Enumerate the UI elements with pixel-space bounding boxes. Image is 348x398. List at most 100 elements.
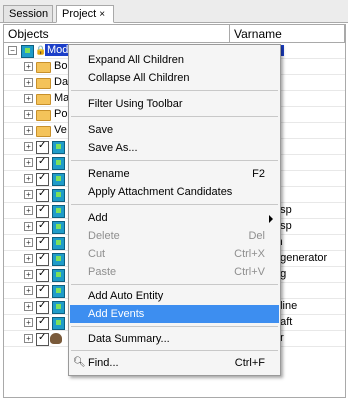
checkbox-icon[interactable] bbox=[36, 156, 49, 170]
expand-toggle-icon[interactable]: + bbox=[24, 222, 33, 231]
checkbox-icon[interactable] bbox=[36, 188, 49, 202]
tree-folder-label: Da bbox=[54, 76, 69, 88]
model-icon bbox=[21, 45, 34, 58]
expand-toggle-icon[interactable]: + bbox=[24, 238, 33, 247]
menu-item-add-auto-entity[interactable]: Add Auto Entity bbox=[70, 287, 279, 305]
menu-item-cut[interactable]: Cut Ctrl+X bbox=[70, 245, 279, 263]
menu-item-label: Add bbox=[88, 212, 108, 224]
tree-varname: _generator bbox=[274, 252, 328, 264]
column-header-varname[interactable]: Varname bbox=[230, 25, 345, 43]
menu-item-label: Apply Attachment Candidates bbox=[88, 186, 233, 198]
menu-separator bbox=[71, 116, 278, 117]
menu-separator bbox=[71, 326, 278, 327]
entity-icon bbox=[52, 173, 65, 186]
expand-toggle-icon[interactable]: + bbox=[24, 206, 33, 215]
tab-session[interactable]: Session bbox=[3, 5, 53, 22]
context-menu: Expand All Children Collapse All Childre… bbox=[68, 44, 281, 376]
checkbox-icon[interactable] bbox=[36, 140, 49, 154]
menu-item-label: Save As... bbox=[88, 142, 138, 154]
tree-folder-label: Bo bbox=[54, 60, 68, 72]
menu-item-label: Data Summary... bbox=[88, 333, 170, 345]
menu-separator bbox=[71, 90, 278, 91]
tab-project[interactable]: Project × bbox=[56, 5, 114, 23]
folder-icon bbox=[36, 126, 51, 137]
menu-separator bbox=[71, 204, 278, 205]
menu-item-apply-attachment-candidates[interactable]: Apply Attachment Candidates bbox=[70, 183, 279, 201]
expand-toggle-icon[interactable]: + bbox=[24, 158, 33, 167]
menu-item-save-as[interactable]: Save As... bbox=[70, 139, 279, 157]
checkbox-icon[interactable] bbox=[36, 204, 49, 218]
collapse-toggle-icon[interactable]: − bbox=[8, 46, 17, 55]
menu-item-label: Rename bbox=[88, 168, 130, 180]
menu-item-label: Paste bbox=[88, 266, 117, 278]
menu-item-shortcut: Ctrl+X bbox=[234, 248, 265, 260]
menu-item-paste[interactable]: Paste Ctrl+V bbox=[70, 263, 279, 281]
checkbox-icon[interactable] bbox=[36, 172, 49, 186]
expand-toggle-icon[interactable]: + bbox=[24, 270, 33, 279]
menu-item-shortcut: F2 bbox=[252, 168, 265, 180]
entity-icon bbox=[52, 253, 65, 266]
column-header-objects[interactable]: Objects bbox=[4, 25, 230, 43]
menu-item-add[interactable]: Add bbox=[70, 209, 279, 227]
menu-item-collapse-all-children[interactable]: Collapse All Children bbox=[70, 69, 279, 87]
entity-icon bbox=[52, 221, 65, 234]
expand-toggle-icon[interactable]: + bbox=[24, 142, 33, 151]
expand-toggle-icon[interactable]: + bbox=[24, 110, 33, 119]
tab-session-label: Session bbox=[9, 8, 49, 20]
menu-item-shortcut: Del bbox=[248, 230, 265, 242]
menu-item-label: Add Events bbox=[88, 308, 145, 320]
expand-toggle-icon[interactable]: + bbox=[24, 334, 33, 343]
column-header-objects-label: Objects bbox=[8, 27, 49, 41]
menu-item-filter-using-toolbar[interactable]: Filter Using Toolbar bbox=[70, 95, 279, 113]
menu-item-label: Filter Using Toolbar bbox=[88, 98, 183, 110]
menu-item-label: Delete bbox=[88, 230, 120, 242]
tree-folder-label: Ve bbox=[54, 124, 67, 136]
entity-icon bbox=[52, 269, 65, 282]
expand-toggle-icon[interactable]: + bbox=[24, 286, 33, 295]
entity-icon bbox=[52, 301, 65, 314]
expand-toggle-icon[interactable]: + bbox=[24, 318, 33, 327]
expand-toggle-icon[interactable]: + bbox=[24, 174, 33, 183]
entity-icon bbox=[52, 285, 65, 298]
checkbox-icon[interactable] bbox=[36, 220, 49, 234]
menu-item-save[interactable]: Save bbox=[70, 121, 279, 139]
expand-toggle-icon[interactable]: + bbox=[24, 190, 33, 199]
tree-folder-label: Po bbox=[54, 108, 68, 120]
expand-toggle-icon[interactable]: + bbox=[24, 94, 33, 103]
entity-icon bbox=[52, 237, 65, 250]
submenu-arrow-icon bbox=[269, 215, 273, 223]
folder-icon bbox=[36, 110, 51, 121]
expand-toggle-icon[interactable]: + bbox=[24, 302, 33, 311]
menu-item-rename[interactable]: Rename F2 bbox=[70, 165, 279, 183]
checkbox-icon[interactable] bbox=[36, 332, 49, 346]
menu-item-expand-all-children[interactable]: Expand All Children bbox=[70, 51, 279, 69]
checkbox-icon[interactable] bbox=[36, 316, 49, 330]
entity-icon bbox=[52, 141, 65, 154]
menu-item-label: Add Auto Entity bbox=[88, 290, 164, 302]
menu-separator bbox=[71, 160, 278, 161]
menu-item-label: Collapse All Children bbox=[88, 72, 190, 84]
folder-icon bbox=[36, 62, 51, 73]
menu-item-shortcut: Ctrl+V bbox=[234, 266, 265, 278]
menu-item-add-events[interactable]: Add Events bbox=[70, 305, 279, 323]
checkbox-icon[interactable] bbox=[36, 252, 49, 266]
close-icon[interactable]: × bbox=[99, 9, 105, 20]
binoculars-icon: 🔍︎ bbox=[73, 357, 86, 368]
checkbox-icon[interactable] bbox=[36, 268, 49, 282]
folder-icon bbox=[36, 78, 51, 89]
menu-item-label: Save bbox=[88, 124, 114, 136]
expand-toggle-icon[interactable]: + bbox=[24, 126, 33, 135]
expand-toggle-icon[interactable]: + bbox=[24, 254, 33, 263]
column-header-varname-label: Varname bbox=[234, 27, 282, 41]
checkbox-icon[interactable] bbox=[36, 300, 49, 314]
checkbox-icon[interactable] bbox=[36, 284, 49, 298]
checkbox-icon[interactable] bbox=[36, 236, 49, 250]
menu-item-data-summary[interactable]: Data Summary... bbox=[70, 330, 279, 348]
menu-item-delete[interactable]: Delete Del bbox=[70, 227, 279, 245]
entity-icon bbox=[52, 157, 65, 170]
expand-toggle-icon[interactable]: + bbox=[24, 78, 33, 87]
expand-toggle-icon[interactable]: + bbox=[24, 62, 33, 71]
entity-icon bbox=[52, 205, 65, 218]
menu-item-find[interactable]: 🔍︎ Find... Ctrl+F bbox=[70, 354, 279, 372]
entity-icon bbox=[52, 189, 65, 202]
